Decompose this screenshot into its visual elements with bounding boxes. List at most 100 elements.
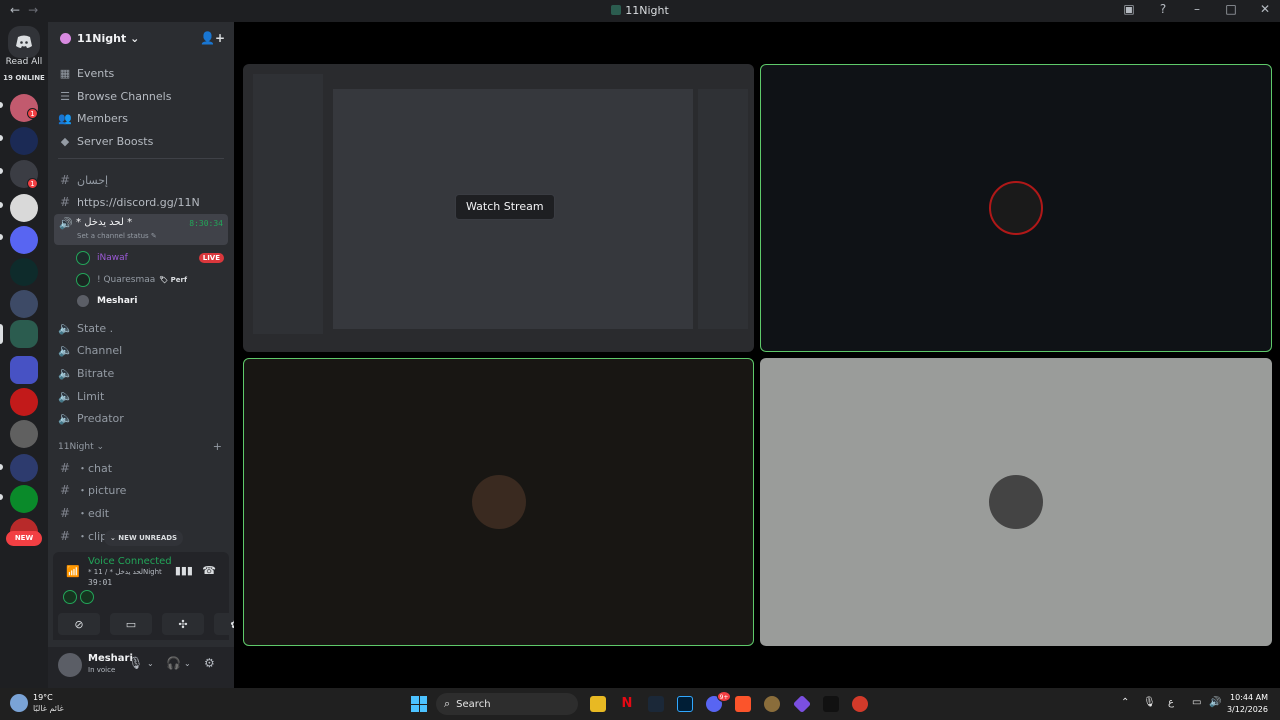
taskbar-search[interactable]: ⌕ Search <box>436 693 578 715</box>
voice-channel[interactable]: 🔈 Channel <box>58 340 226 360</box>
nav-members[interactable]: 👥 Members <box>58 108 128 128</box>
server-header[interactable]: 11Night ⌄ 👤+ <box>48 22 234 54</box>
watch-stream-button[interactable]: Watch Stream <box>455 194 555 220</box>
brave-icon[interactable] <box>735 696 751 712</box>
microphone-icon[interactable]: 🎙 <box>128 656 143 670</box>
voice-channel[interactable]: 🔈 Bitrate <box>58 363 226 383</box>
stream-tile[interactable]: Watch Stream <box>243 64 754 352</box>
create-channel-icon[interactable]: + <box>213 440 222 453</box>
participant-tile[interactable] <box>760 358 1272 646</box>
text-channel[interactable]: # ・edit <box>58 503 226 523</box>
disconnect-icon[interactable]: ☎ <box>202 564 216 577</box>
app-icon[interactable] <box>764 696 780 712</box>
input-language[interactable]: ع <box>1168 697 1174 708</box>
netflix-icon[interactable]: N <box>619 696 635 712</box>
network-icon[interactable]: ▭ <box>1192 697 1201 708</box>
user-tag: 🏷 Perf <box>159 276 188 284</box>
app-icon[interactable] <box>823 696 839 712</box>
app-icon[interactable] <box>792 694 812 714</box>
channel-label: إحسان <box>77 173 109 187</box>
voice-user[interactable]: iNawaf <box>76 249 128 267</box>
server-icon[interactable] <box>10 454 38 482</box>
server-icon[interactable] <box>10 226 38 254</box>
voice-user[interactable]: ! Quaresmaa 🏷 Perf <box>76 271 187 289</box>
chevron-down-icon[interactable]: ⌄ <box>184 659 191 668</box>
server-icon[interactable] <box>10 127 38 155</box>
file-explorer-icon[interactable] <box>590 696 606 712</box>
mention-badge: 1 <box>27 178 38 189</box>
tray-overflow-icon[interactable]: ⌃ <box>1121 697 1129 708</box>
active-voice-channel[interactable]: 🔊 * لحد يدخل * 8:30:34 Set a channel sta… <box>54 214 228 245</box>
nav-events[interactable]: ▦ Events <box>58 63 114 83</box>
chevron-down-icon[interactable]: ⌄ <box>147 659 154 668</box>
app-icon[interactable] <box>852 696 868 712</box>
noise-suppression-icon[interactable]: ▮▮▮ <box>175 564 193 577</box>
server-icon[interactable] <box>10 388 38 416</box>
live-badge: LIVE <box>198 253 224 263</box>
start-button[interactable] <box>411 696 427 712</box>
avatar <box>76 251 90 265</box>
avatar[interactable] <box>58 653 82 677</box>
nav-label: Browse Channels <box>77 89 172 103</box>
back-arrow-icon[interactable]: ← <box>10 3 20 17</box>
settings-gear-icon[interactable]: ⚙ <box>204 656 215 670</box>
volume-icon[interactable]: 🔊 <box>1209 697 1221 708</box>
channel-sidebar: 11Night ⌄ 👤+ ▦ Events ☰ Browse Channels 👥 M… <box>48 22 256 688</box>
new-unreads-button[interactable]: ⌄ NEW UNREADS <box>104 530 184 546</box>
activities-button[interactable]: ✣ <box>162 613 204 635</box>
clock-date: 3/12/2026 <box>1226 705 1268 714</box>
participant-avatar <box>989 475 1043 529</box>
steam-icon[interactable] <box>648 696 664 712</box>
system-clock[interactable]: 10:44 AM 3/12/2026 <box>1227 692 1268 716</box>
voice-channel[interactable]: 🔈 Predator <box>58 408 226 428</box>
unread-pill <box>0 168 3 174</box>
folder-icon[interactable] <box>10 356 38 384</box>
nav-server-boosts[interactable]: ◆ Server Boosts <box>58 131 154 151</box>
username[interactable]: Meshari <box>88 653 133 664</box>
invite-people-icon[interactable]: 👤+ <box>200 31 225 45</box>
weather-temp: 19°C <box>33 693 53 702</box>
close-icon[interactable]: ✕ <box>1258 2 1272 16</box>
voice-channel-path[interactable]: * لحد يدخل * / 11Night <box>88 568 162 576</box>
share-screen-button[interactable]: ▭ <box>110 613 152 635</box>
server-icon[interactable] <box>10 290 38 318</box>
channel-ihsan[interactable]: # إحسان <box>58 170 226 190</box>
server-icon[interactable] <box>10 420 38 448</box>
server-icon[interactable] <box>10 485 38 513</box>
tray-mic-icon[interactable]: 🎙 <box>1143 697 1156 708</box>
unread-pill <box>0 135 3 141</box>
minimize-icon[interactable]: – <box>1190 2 1204 16</box>
hashtag-icon: # <box>59 529 71 543</box>
help-icon[interactable]: ? <box>1156 2 1170 16</box>
mention-badge: 1 <box>27 108 38 119</box>
search-icon: ⌕ <box>444 697 451 710</box>
server-icon[interactable] <box>10 258 38 286</box>
nav-label: Server Boosts <box>77 134 154 148</box>
voice-channel[interactable]: 🔈 Limit <box>58 386 226 406</box>
participant-tile[interactable] <box>760 64 1272 352</box>
read-all-button[interactable]: Read All <box>0 57 48 67</box>
text-channel[interactable]: # ・picture <box>58 480 226 500</box>
server-icon[interactable] <box>10 194 38 222</box>
voice-user[interactable]: Meshari <box>76 292 137 310</box>
set-channel-status[interactable]: Set a channel status ✎ <box>77 232 157 240</box>
discord-home-icon[interactable] <box>8 26 40 58</box>
server-name: 11Night ⌄ <box>77 31 140 45</box>
photoshop-icon[interactable] <box>677 696 693 712</box>
text-channel[interactable]: # ・chat <box>58 458 226 478</box>
voice-channel[interactable]: 🔈 State . <box>58 318 226 338</box>
inbox-icon[interactable]: ▣ <box>1122 2 1136 16</box>
category-header[interactable]: 11Night ⌄ <box>58 442 104 452</box>
new-servers-pill[interactable]: NEW <box>6 531 42 546</box>
camera-off-button[interactable]: ⊘ <box>58 613 100 635</box>
headphones-icon[interactable]: 🎧 <box>166 656 181 670</box>
nav-label: Members <box>77 111 128 125</box>
participant-tile[interactable] <box>243 358 754 646</box>
maximize-icon[interactable]: □ <box>1224 2 1238 16</box>
signal-icon[interactable]: 📶 <box>66 565 80 578</box>
nav-browse-channels[interactable]: ☰ Browse Channels <box>58 86 171 106</box>
channel-invite-link[interactable]: # https://discord.gg/11N <box>58 192 226 212</box>
server-icon-11night[interactable] <box>10 320 38 348</box>
forward-arrow-icon[interactable]: → <box>28 3 38 17</box>
avatar <box>80 590 94 604</box>
